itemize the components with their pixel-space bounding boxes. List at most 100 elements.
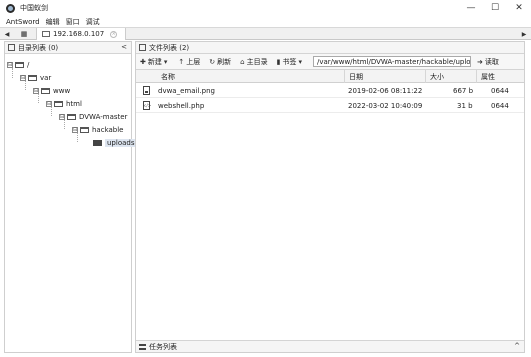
close-button[interactable]: ✕ xyxy=(507,0,531,16)
tree-node-label: / xyxy=(27,61,30,69)
tree-node-label: html xyxy=(66,100,82,108)
task-list-title: 任务列表 xyxy=(149,342,177,351)
file-grid-body: dvwa_email.png 2019-02-06 08:11:22 667 b… xyxy=(136,83,524,113)
directory-list-icon xyxy=(8,44,15,51)
directory-panel-title: 目录列表 (0) xyxy=(18,43,59,52)
arrow-right-icon: ➜ xyxy=(476,57,483,66)
tree-node-html[interactable]: ⊟ html xyxy=(46,99,82,109)
collapse-panel-icon[interactable]: < xyxy=(121,43,127,51)
collapse-toggle-icon[interactable]: ⊟ xyxy=(33,88,39,94)
refresh-button[interactable]: ↻ 刷新 xyxy=(209,56,231,68)
folder-icon xyxy=(80,127,89,133)
tree-node-uploads[interactable]: uploads xyxy=(93,138,137,148)
tab-home-grid-icon[interactable]: ▦ xyxy=(14,29,34,39)
home-dir-button[interactable]: ⌂ 主目录 xyxy=(240,56,267,68)
open-folder-icon xyxy=(93,140,102,146)
file-panel-header: 文件列表 (2) xyxy=(136,42,524,54)
table-row[interactable]: dvwa_email.png 2019-02-06 08:11:22 667 b… xyxy=(136,83,524,98)
window-title: 中国蚁剑 xyxy=(20,4,48,12)
dropdown-arrow-icon: ▾ xyxy=(298,57,302,66)
bookmark-icon: ▮ xyxy=(276,57,281,66)
file-size-cell: 667 b xyxy=(453,86,474,95)
tree-node-label: DVWA-master xyxy=(79,113,128,121)
directory-panel: 目录列表 (0) < ⊟ / ⊟ var ⊟ www ⊟ html ⊟ DVWA… xyxy=(4,41,137,353)
folder-icon xyxy=(67,114,76,120)
home-dir-label: 主目录 xyxy=(246,57,268,66)
tab-close-icon[interactable]: × xyxy=(110,30,118,38)
file-toolbar: ✚ 新建 ▾ ↑ 上层 ↻ 刷新 ⌂ 主目录 ▮ 书签 ▾ ➜ 读取 xyxy=(136,54,524,70)
expand-task-list-icon[interactable]: ^ xyxy=(514,342,520,350)
file-date-cell: 2019-02-06 08:11:22 xyxy=(348,86,423,95)
up-level-label: 上层 xyxy=(186,57,201,66)
table-row[interactable]: webshell.php 2022-03-02 10:40:09 31 b 06… xyxy=(136,98,524,113)
collapse-toggle-icon[interactable]: ⊟ xyxy=(72,127,78,133)
tree-node-label: www xyxy=(53,87,71,95)
tree-node-label: hackable xyxy=(92,126,124,134)
task-list-icon xyxy=(139,343,146,350)
new-button[interactable]: ✚ 新建 ▾ xyxy=(140,56,169,68)
folder-icon xyxy=(15,62,24,68)
column-separator xyxy=(344,70,345,83)
file-name-cell: webshell.php xyxy=(158,101,205,110)
column-header-size[interactable]: 大小 xyxy=(430,70,444,83)
file-size-cell: 31 b xyxy=(457,101,473,110)
folder-icon xyxy=(54,101,63,107)
column-header-name[interactable]: 名称 xyxy=(161,70,175,83)
refresh-icon: ↻ xyxy=(209,57,216,66)
file-perm-cell: 0644 xyxy=(491,86,509,95)
collapse-toggle-icon[interactable]: ⊟ xyxy=(46,101,52,107)
up-level-button[interactable]: ↑ 上层 xyxy=(178,56,200,68)
window-controls: — ☐ ✕ xyxy=(459,0,531,16)
collapse-toggle-icon[interactable]: ⊟ xyxy=(20,75,26,81)
plus-icon: ✚ xyxy=(140,57,146,66)
new-button-label: 新建 xyxy=(147,57,162,66)
folder-icon xyxy=(41,88,50,94)
collapse-toggle-icon[interactable]: ⊟ xyxy=(7,62,13,68)
file-perm-cell: 0644 xyxy=(491,101,509,110)
folder-icon xyxy=(28,75,37,81)
tree-node-hackable[interactable]: ⊟ hackable xyxy=(72,125,124,135)
file-panel: 文件列表 (2) ✚ 新建 ▾ ↑ 上层 ↻ 刷新 ⌂ 主目录 ▮ 书签 ▾ ➜… xyxy=(135,41,525,353)
column-separator xyxy=(425,70,426,83)
tree-node-var[interactable]: ⊟ var xyxy=(20,73,51,83)
menu-debug[interactable]: 调试 xyxy=(86,17,100,27)
collapse-toggle-icon[interactable]: ⊟ xyxy=(59,114,65,120)
task-list-bar: 任务列表 ^ xyxy=(136,340,524,352)
column-header-perm[interactable]: 属性 xyxy=(481,70,495,83)
read-path-label: 读取 xyxy=(484,57,499,66)
column-header-date[interactable]: 日期 xyxy=(349,70,363,83)
tree-node-www[interactable]: ⊟ www xyxy=(33,86,70,96)
tree-node-label: var xyxy=(40,74,52,82)
tab-192-168-0-107[interactable]: 192.168.0.107 × xyxy=(36,28,126,40)
antsword-logo-icon xyxy=(6,3,15,13)
title-bar: 中国蚁剑 — ☐ ✕ xyxy=(0,0,531,16)
column-separator xyxy=(476,70,477,83)
read-path-button[interactable]: ➜ 读取 xyxy=(477,56,499,68)
code-file-icon xyxy=(143,98,151,113)
tab-scroll-right-icon[interactable]: ▶ xyxy=(519,28,529,40)
file-date-cell: 2022-03-02 10:40:09 xyxy=(348,101,423,110)
arrow-up-icon: ↑ xyxy=(178,57,185,66)
path-input[interactable] xyxy=(312,56,471,67)
menu-edit[interactable]: 编辑 xyxy=(46,17,60,27)
file-list-icon xyxy=(139,44,146,51)
tree-node-root[interactable]: ⊟ / xyxy=(7,60,29,70)
dropdown-arrow-icon: ▾ xyxy=(163,57,168,66)
maximize-button[interactable]: ☐ xyxy=(483,0,507,16)
bookmark-button[interactable]: ▮ 书签 ▾ xyxy=(277,56,304,68)
tree-node-dvwa-master[interactable]: ⊟ DVWA-master xyxy=(59,112,127,122)
minimize-button[interactable]: — xyxy=(459,0,483,16)
menu-window[interactable]: 窗口 xyxy=(66,17,80,27)
tab-scroll-left-icon[interactable]: ◀ xyxy=(2,28,12,40)
file-name-cell: dvwa_email.png xyxy=(158,86,215,95)
tab-bar: ◀ ▦ 192.168.0.107 × ▶ xyxy=(0,27,531,40)
tab-label: 192.168.0.107 xyxy=(53,30,105,38)
menu-bar: AntSword 编辑 窗口 调试 xyxy=(0,16,531,27)
tree-node-label: uploads xyxy=(105,139,137,147)
directory-panel-header: 目录列表 (0) < xyxy=(5,42,131,54)
image-file-icon xyxy=(143,83,150,98)
folder-icon xyxy=(42,31,50,37)
refresh-label: 刷新 xyxy=(217,57,232,66)
menu-antsword[interactable]: AntSword xyxy=(6,18,40,26)
file-grid-header: 名称 日期 大小 属性 xyxy=(136,70,524,83)
